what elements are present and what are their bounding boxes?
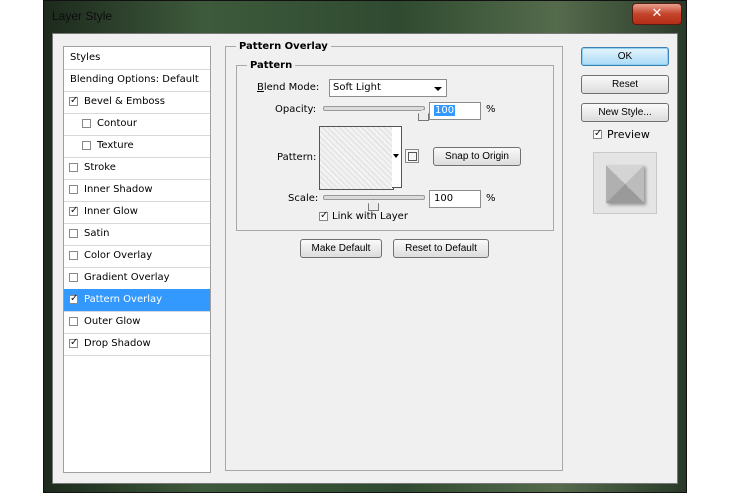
style-item-label: Texture: [97, 140, 134, 151]
preview-swatch: [606, 165, 644, 203]
scale-unit: %: [486, 193, 496, 204]
style-item-label: Drop Shadow: [84, 338, 151, 349]
chevron-down-icon: [393, 154, 399, 158]
scale-slider-thumb[interactable]: [368, 199, 379, 211]
style-item-label: Pattern Overlay: [84, 294, 163, 305]
style-checkbox[interactable]: [69, 273, 78, 282]
style-item-texture[interactable]: Texture: [64, 135, 210, 158]
blend-mode-select[interactable]: Soft Light: [329, 79, 447, 97]
style-item-gradient-overlay[interactable]: Gradient Overlay: [64, 267, 210, 290]
link-with-layer-label: Link with Layer: [332, 211, 408, 222]
new-style-button[interactable]: New Style...: [581, 103, 669, 122]
scale-slider-track[interactable]: [323, 195, 425, 200]
styles-list: Styles Blending Options: Default Bevel & E…: [63, 46, 211, 473]
style-checkbox[interactable]: [69, 251, 78, 260]
style-item-drop-shadow[interactable]: Drop Shadow: [64, 333, 210, 356]
make-default-button[interactable]: Make Default: [300, 239, 382, 258]
style-item-label: Inner Glow: [84, 206, 138, 217]
close-button[interactable]: ✕: [632, 3, 682, 25]
snap-to-origin-button[interactable]: Snap to Origin: [433, 147, 521, 166]
reset-to-default-button[interactable]: Reset to Default: [393, 239, 489, 258]
style-checkbox[interactable]: [69, 337, 78, 348]
subgroup-title: Pattern: [247, 60, 296, 71]
style-item-label: Styles: [70, 52, 101, 63]
style-item-label: Blending Options: Default: [70, 74, 199, 85]
style-checkbox[interactable]: [69, 205, 78, 216]
style-checkbox[interactable]: [69, 293, 78, 304]
style-checkbox[interactable]: [69, 163, 78, 172]
blend-mode-label-rest: lend Mode:: [263, 82, 320, 93]
style-item-styles[interactable]: Styles: [64, 47, 210, 70]
scale-input[interactable]: 100: [429, 190, 481, 208]
group-title: Pattern Overlay: [236, 41, 331, 52]
style-item-contour[interactable]: Contour: [64, 113, 210, 136]
dialog-title: Layer Style: [52, 9, 113, 23]
scale-label: Scale:: [288, 193, 319, 204]
style-item-label: Contour: [97, 118, 137, 129]
style-item-inner-glow[interactable]: Inner Glow: [64, 201, 210, 224]
style-item-label: Stroke: [84, 162, 116, 173]
style-item-inner-shadow[interactable]: Inner Shadow: [64, 179, 210, 202]
pattern-picker-button[interactable]: [392, 126, 402, 188]
pattern-swatch[interactable]: [319, 126, 394, 190]
style-checkbox[interactable]: [82, 141, 91, 150]
opacity-input[interactable]: 100: [429, 102, 481, 120]
opacity-value: 100: [434, 105, 456, 116]
blend-mode-value: Soft Light: [333, 82, 381, 93]
blend-mode-label: Blend Mode:: [257, 82, 320, 93]
pattern-label: Pattern:: [277, 152, 317, 163]
scale-value: 100: [434, 193, 454, 204]
style-item-color-overlay[interactable]: Color Overlay: [64, 245, 210, 268]
style-item-satin[interactable]: Satin: [64, 223, 210, 246]
style-checkbox[interactable]: [69, 317, 78, 326]
style-checkbox[interactable]: [82, 119, 91, 128]
style-item-bevel-emboss[interactable]: Bevel & Emboss: [64, 91, 210, 114]
preview-checkbox[interactable]: [593, 128, 602, 139]
pattern-overlay-group: Pattern Overlay Pattern Blend Mode: Soft…: [225, 41, 563, 471]
style-item-label: Bevel & Emboss: [84, 96, 165, 107]
opacity-unit: %: [486, 104, 496, 115]
style-checkbox[interactable]: [69, 185, 78, 194]
style-item-label: Gradient Overlay: [84, 272, 170, 283]
ok-button[interactable]: OK: [581, 47, 669, 66]
style-preview: [593, 152, 657, 214]
pattern-subgroup: Pattern Blend Mode: Soft Light Opacity: …: [236, 60, 554, 231]
dialog-body: Styles Blending Options: Default Bevel & E…: [52, 33, 678, 484]
style-item-stroke[interactable]: Stroke: [64, 157, 210, 180]
layer-style-dialog: Layer Style ✕ Styles Blending Options: De…: [43, 0, 687, 493]
title-bar[interactable]: Layer Style ✕: [44, 1, 686, 33]
link-with-layer-checkbox[interactable]: [319, 210, 328, 221]
close-icon: ✕: [651, 6, 663, 21]
style-item-label: Inner Shadow: [84, 184, 153, 195]
style-item-outer-glow[interactable]: Outer Glow: [64, 311, 210, 334]
style-item-label: Outer Glow: [84, 316, 141, 327]
reset-button[interactable]: Reset: [581, 75, 669, 94]
opacity-slider-track[interactable]: [323, 106, 425, 111]
preview-label: Preview: [607, 128, 650, 141]
style-item-pattern-overlay[interactable]: Pattern Overlay: [64, 289, 210, 312]
style-item-label: Color Overlay: [84, 250, 153, 261]
opacity-label: Opacity:: [275, 104, 317, 115]
style-checkbox[interactable]: [69, 229, 78, 238]
style-item-label: Satin: [84, 228, 110, 239]
chevron-down-icon: [434, 87, 442, 91]
style-item-blending-options-default[interactable]: Blending Options: Default: [64, 69, 210, 92]
new-preset-icon[interactable]: [405, 149, 419, 163]
style-checkbox[interactable]: [69, 95, 78, 106]
